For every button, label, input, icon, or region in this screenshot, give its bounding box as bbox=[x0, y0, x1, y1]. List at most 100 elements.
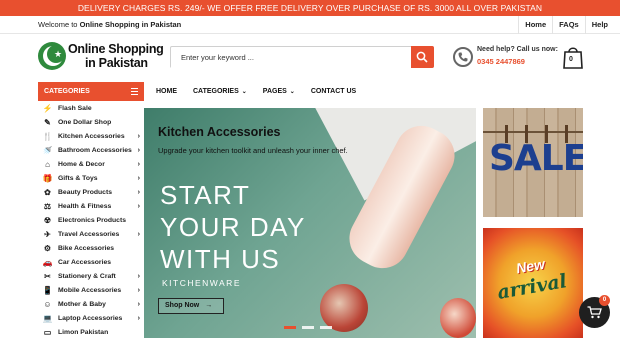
baby-icon: ☺ bbox=[43, 300, 52, 309]
search-box bbox=[170, 46, 434, 68]
top-link-home[interactable]: Home bbox=[518, 16, 552, 34]
sidebar-item-label: Health & Fitness bbox=[58, 203, 112, 210]
top-links: Home FAQs Help bbox=[518, 16, 614, 34]
hero-slider[interactable]: Kitchen Accessories Upgrade your kitchen… bbox=[144, 108, 476, 338]
help-phone-number[interactable]: 0345 2447869 bbox=[477, 57, 525, 66]
welcome-prefix: Welcome to bbox=[38, 20, 78, 29]
slider-title: Kitchen Accessories bbox=[158, 125, 281, 139]
menu-item-categories[interactable]: CATEGORIES ⌄ bbox=[185, 82, 255, 101]
new-arrival-banner[interactable]: New arrival bbox=[483, 228, 583, 338]
sidebar-item[interactable]: 🚗 Car Accessories bbox=[38, 256, 144, 270]
sidebar-item-label: Home & Decor bbox=[58, 161, 105, 168]
chevron-right-icon: › bbox=[137, 315, 140, 322]
categories-toggle-label: CATEGORIES bbox=[44, 88, 90, 95]
sidebar-item[interactable]: ⚙ Bike Accessories bbox=[38, 242, 144, 256]
stationery-icon: ✂ bbox=[44, 272, 51, 281]
floating-cart-count: 0 bbox=[599, 295, 610, 306]
slider-dot[interactable] bbox=[284, 326, 296, 329]
flash-icon: ⚡ bbox=[42, 104, 53, 113]
sidebar-item[interactable]: 💻 Laptop Accessories › bbox=[38, 312, 144, 326]
menu-item-pages[interactable]: PAGES ⌄ bbox=[255, 82, 303, 101]
sidebar-item[interactable]: 🎁 Gifts & Toys › bbox=[38, 172, 144, 186]
dollar-tag-icon: ✎ bbox=[44, 118, 51, 127]
header: ★ Online Shopping in Pakistan Need help?… bbox=[0, 34, 620, 82]
hamburger-icon bbox=[131, 88, 138, 95]
slider-dot[interactable] bbox=[302, 326, 314, 329]
sidebar-item-label: Car Accessories bbox=[58, 259, 112, 266]
bike-icon: ⚙ bbox=[43, 244, 52, 253]
top-link-help[interactable]: Help bbox=[584, 16, 614, 34]
fitness-icon: ⚖ bbox=[43, 202, 52, 211]
mobile-icon: 📱 bbox=[42, 286, 53, 295]
header-cart[interactable]: 0 bbox=[562, 44, 584, 70]
gift-icon: 🎁 bbox=[42, 174, 53, 183]
sidebar-item[interactable]: ⚡ Flash Sale bbox=[38, 102, 144, 116]
floating-cart-button[interactable]: 0 bbox=[579, 295, 610, 328]
slider-brand: KITCHENWARE bbox=[162, 278, 241, 288]
sidebar-item[interactable]: 🍴 Kitchen Accessories › bbox=[38, 130, 144, 144]
cart-count: 0 bbox=[569, 56, 573, 63]
sidebar-item[interactable]: ▭ Limon Pakistan bbox=[38, 326, 144, 340]
logo-star-icon: ★ bbox=[54, 49, 63, 59]
menu-item-home[interactable]: HOME bbox=[148, 82, 185, 101]
logo-text-line2: in Pakistan bbox=[85, 56, 148, 70]
chevron-right-icon: › bbox=[137, 161, 140, 168]
main-nav: CATEGORIES HOME CATEGORIES ⌄ PAGES ⌄ CONTA… bbox=[0, 82, 620, 101]
sidebar-item[interactable]: ✂ Stationery & Craft › bbox=[38, 270, 144, 284]
chevron-right-icon: › bbox=[137, 189, 140, 196]
sidebar-item[interactable]: 🚿 Bathroom Accessories › bbox=[38, 144, 144, 158]
new-arrival-text-arrival: arrival bbox=[495, 270, 569, 304]
help-label: Need help? Call us now: bbox=[477, 46, 558, 53]
sidebar-item[interactable]: ☢ Electronics Products bbox=[38, 214, 144, 228]
top-link-faqs[interactable]: FAQs bbox=[552, 16, 585, 34]
sidebar-item-label: Gifts & Toys bbox=[58, 175, 98, 182]
sidebar-item[interactable]: ✿ Beauty Products › bbox=[38, 186, 144, 200]
categories-toggle[interactable]: CATEGORIES bbox=[38, 82, 144, 101]
help-contact: Need help? Call us now: 0345 2447869 bbox=[453, 46, 563, 72]
phone-icon bbox=[453, 47, 473, 67]
welcome-text: Welcome to Online Shopping in Pakistan bbox=[38, 16, 181, 34]
search-button[interactable] bbox=[411, 46, 434, 68]
slider-headline-line: START bbox=[160, 180, 251, 210]
sidebar-item[interactable]: 📱 Mobile Accessories › bbox=[38, 284, 144, 298]
kitchen-icon: 🍴 bbox=[42, 132, 53, 141]
sidebar-item-label: Stationery & Craft bbox=[58, 273, 116, 280]
slider-headline-line: YOUR DAY bbox=[160, 212, 306, 242]
slider-dots bbox=[284, 326, 338, 329]
sidebar-item-label: Kitchen Accessories bbox=[58, 133, 125, 140]
slider-dot[interactable] bbox=[320, 326, 332, 329]
chevron-right-icon: › bbox=[137, 231, 140, 238]
category-sidebar: ⚡ Flash Sale ✎ One Dollar Shop 🍴 Kitchen Acce… bbox=[38, 102, 144, 343]
search-input[interactable] bbox=[171, 47, 411, 68]
sidebar-item[interactable]: ⚖ Health & Fitness › bbox=[38, 200, 144, 214]
sale-banner[interactable]: SALE bbox=[483, 108, 583, 217]
sale-banner-text: SALE bbox=[489, 138, 583, 179]
sidebar-item[interactable]: ✎ One Dollar Shop bbox=[38, 116, 144, 130]
sidebar-item[interactable]: ✈ Travel Accessories › bbox=[38, 228, 144, 242]
chevron-right-icon: › bbox=[137, 133, 140, 140]
limon-icon: ▭ bbox=[43, 328, 52, 337]
sidebar-item-label: Mother & Baby bbox=[58, 301, 106, 308]
bathroom-icon: 🚿 bbox=[42, 146, 53, 155]
menu-item-contact-us[interactable]: CONTACT US bbox=[303, 82, 364, 101]
announcement-text: DELIVERY CHARGES RS. 249/- WE OFFER FREE… bbox=[77, 3, 543, 13]
search-icon bbox=[416, 51, 428, 63]
chevron-right-icon: › bbox=[137, 175, 140, 182]
sidebar-item-label: Limon Pakistan bbox=[58, 329, 109, 336]
announcement-bar: DELIVERY CHARGES RS. 249/- WE OFFER FREE… bbox=[0, 0, 620, 16]
sidebar-item-label: Mobile Accessories bbox=[58, 287, 122, 294]
arrow-right-icon: → bbox=[205, 302, 213, 309]
laptop-icon: 💻 bbox=[42, 314, 53, 323]
shop-now-button[interactable]: Shop Now → bbox=[158, 298, 224, 314]
slider-subtitle: Upgrade your kitchen toolkit and unleash… bbox=[158, 146, 348, 155]
welcome-site-name: Online Shopping in Pakistan bbox=[79, 20, 182, 29]
chevron-down-icon: ⌄ bbox=[289, 89, 295, 95]
site-logo[interactable]: ★ Online Shopping in Pakistan bbox=[38, 40, 168, 80]
chevron-down-icon: ⌄ bbox=[241, 89, 247, 95]
sidebar-item-label: Beauty Products bbox=[58, 189, 113, 196]
sidebar-item-label: Laptop Accessories bbox=[58, 315, 123, 322]
electronics-icon: ☢ bbox=[43, 216, 52, 225]
chevron-right-icon: › bbox=[137, 301, 140, 308]
sidebar-item[interactable]: ⌂ Home & Decor › bbox=[38, 158, 144, 172]
sidebar-item[interactable]: ☺ Mother & Baby › bbox=[38, 298, 144, 312]
